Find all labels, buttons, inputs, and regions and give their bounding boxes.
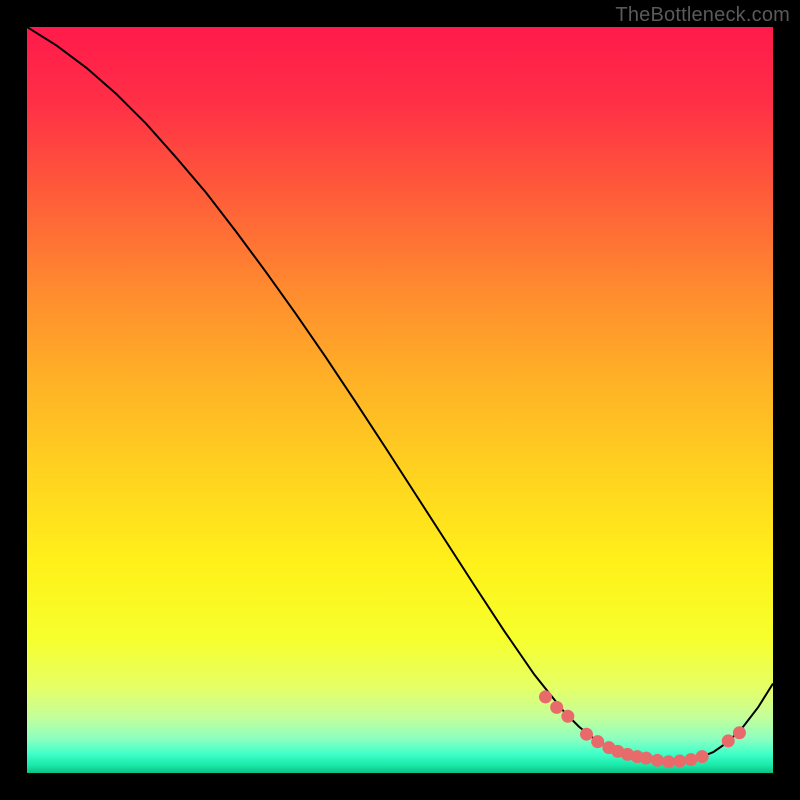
chart-plot-area [27, 27, 773, 773]
data-marker [591, 735, 604, 748]
data-marker [662, 755, 675, 768]
data-marker [550, 701, 563, 714]
data-marker [733, 726, 746, 739]
data-marker [561, 710, 574, 723]
watermark-text: TheBottleneck.com [615, 4, 790, 27]
data-marker [673, 755, 686, 768]
chart-container: TheBottleneck.com [0, 0, 800, 800]
data-marker [539, 690, 552, 703]
data-marker [684, 753, 697, 766]
data-marker [580, 728, 593, 741]
data-marker [722, 734, 735, 747]
data-marker [651, 754, 664, 767]
chart-svg [27, 27, 773, 773]
data-marker [640, 752, 653, 765]
data-marker [696, 750, 709, 763]
gradient-background [27, 27, 773, 773]
